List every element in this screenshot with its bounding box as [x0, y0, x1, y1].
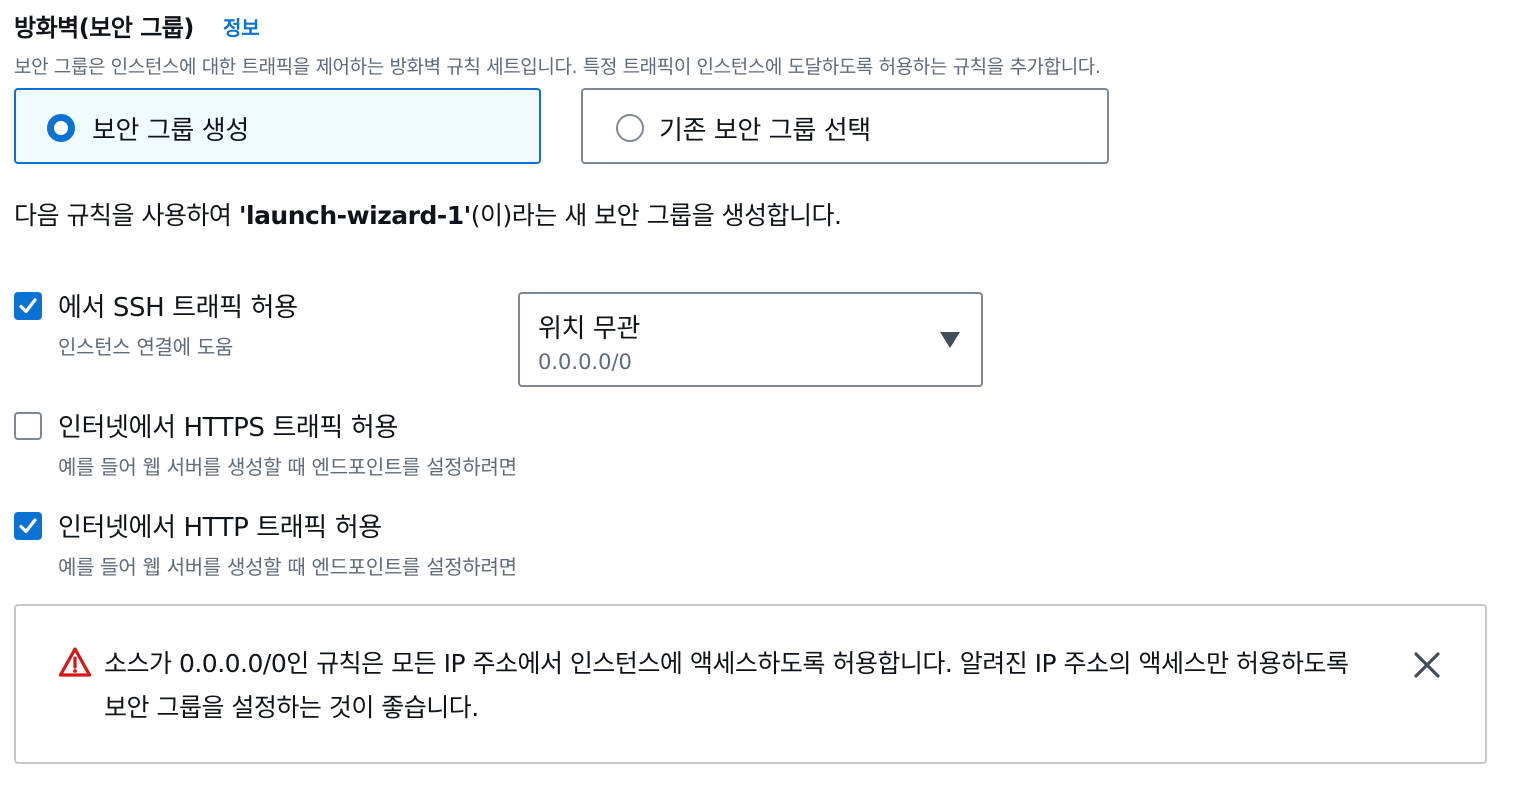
ssh-source-select[interactable]: 위치 무관 0.0.0.0/0 [518, 292, 983, 387]
ssh-traffic-description: 인스턴스 연결에 도움 [58, 335, 234, 359]
section-title: 방화벽(보안 그룹) [14, 14, 194, 42]
info-link[interactable]: 정보 [223, 12, 260, 41]
ssh-traffic-label: 에서 SSH 트래픽 허용 [58, 293, 298, 323]
check-icon [19, 518, 37, 534]
close-icon[interactable] [1412, 650, 1442, 680]
create-security-group-label: 보안 그룹 생성 [92, 116, 249, 146]
create-security-group-radio[interactable] [47, 114, 75, 142]
intro-suffix: (이)라는 새 보안 그룹을 생성합니다. [470, 201, 842, 230]
https-traffic-description: 예를 들어 웹 서버를 생성할 때 엔드포인트를 설정하려면 [58, 455, 517, 479]
intro-prefix: 다음 규칙을 사용하여 [14, 201, 239, 230]
select-existing-group-radio[interactable] [616, 114, 644, 142]
new-group-intro: 다음 규칙을 사용하여 'launch-wizard-1'(이)라는 새 보안 … [14, 196, 842, 232]
check-icon [19, 298, 37, 314]
security-group-name: 'launch-wizard-1' [238, 201, 471, 230]
select-existing-group-label: 기존 보안 그룹 선택 [659, 116, 871, 146]
http-traffic-description: 예를 들어 웹 서버를 생성할 때 엔드포인트를 설정하려면 [58, 555, 517, 579]
warning-icon [58, 647, 92, 677]
create-security-group-tile[interactable]: 보안 그룹 생성 [14, 88, 541, 164]
alert-message: 소스가 0.0.0.0/0인 규칙은 모든 IP 주소에서 인스턴스에 액세스하… [104, 649, 1349, 722]
caret-down-icon [940, 332, 960, 348]
http-traffic-checkbox[interactable] [14, 512, 42, 540]
https-traffic-label: 인터넷에서 HTTPS 트래픽 허용 [58, 413, 398, 443]
select-existing-group-tile[interactable]: 기존 보안 그룹 선택 [581, 88, 1109, 164]
ssh-traffic-checkbox[interactable] [14, 292, 42, 320]
open-source-warning-alert: 소스가 0.0.0.0/0인 규칙은 모든 IP 주소에서 인스턴스에 액세스하… [14, 604, 1487, 764]
section-description: 보안 그룹은 인스턴스에 대한 트래픽을 제어하는 방화벽 규칙 세트입니다. … [14, 56, 1101, 78]
http-traffic-label: 인터넷에서 HTTP 트래픽 허용 [58, 513, 382, 543]
ssh-source-value: 위치 무관 [538, 314, 640, 344]
https-traffic-checkbox[interactable] [14, 412, 42, 440]
ssh-source-cidr: 0.0.0.0/0 [538, 350, 632, 374]
